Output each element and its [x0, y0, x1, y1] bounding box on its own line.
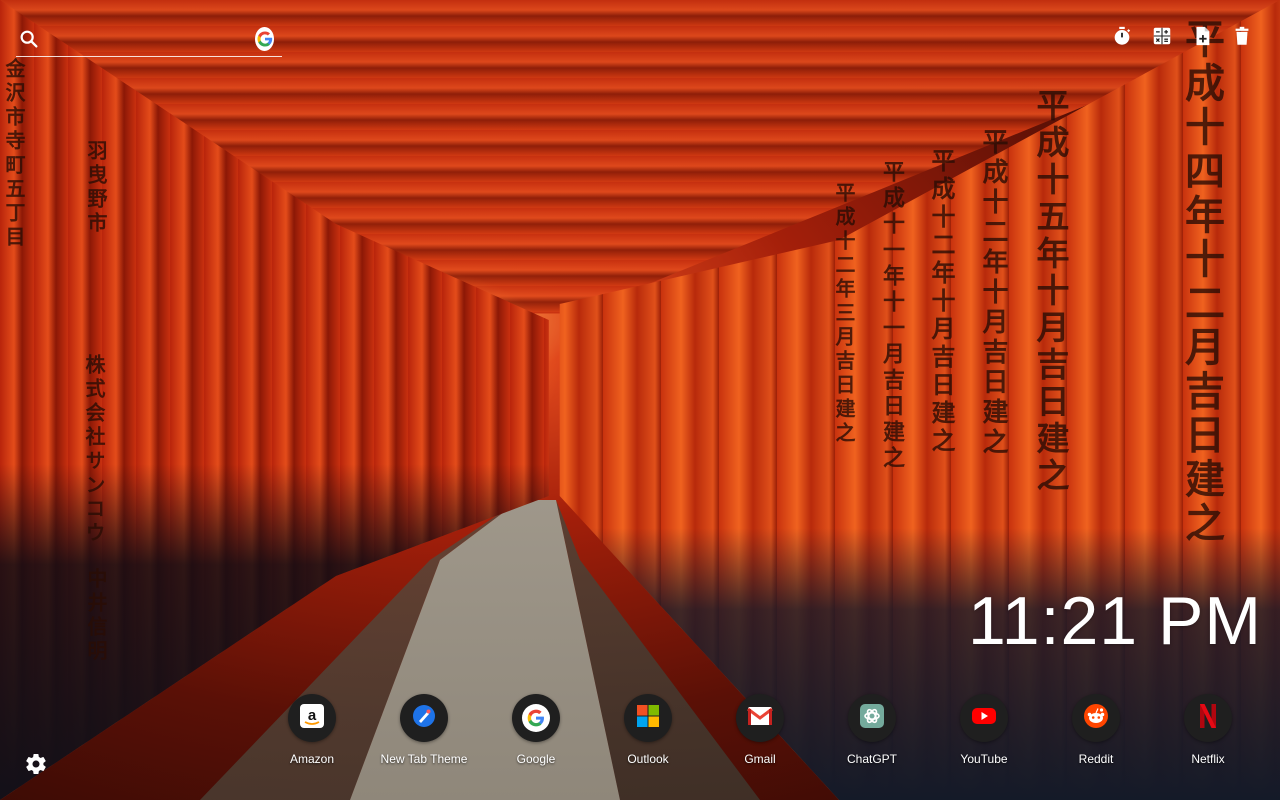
search-bar: [16, 22, 282, 57]
shortcut-youtube[interactable]: YouTube: [928, 694, 1040, 766]
calculator-icon[interactable]: [1150, 24, 1174, 48]
shortcut-label: Amazon: [289, 752, 335, 766]
chatgpt-icon: [859, 703, 885, 734]
netflix-icon: [1198, 703, 1218, 734]
shortcut-tile[interactable]: [624, 694, 672, 742]
shortcut-tile[interactable]: [960, 694, 1008, 742]
shortcut-label: Outlook: [627, 752, 669, 766]
wallpaper-inscription: 平成十二年三月吉日建之: [832, 182, 856, 446]
shortcut-amazon[interactable]: a Amazon: [256, 694, 368, 766]
shortcut-label: Reddit: [1078, 752, 1114, 766]
wallpaper-inscription: 金沢市寺町五丁目: [2, 58, 26, 250]
shortcut-new-tab-theme[interactable]: New Tab Theme: [368, 694, 480, 766]
shortcut-google[interactable]: Google: [480, 694, 592, 766]
shortcut-tile[interactable]: [848, 694, 896, 742]
search-input[interactable]: [40, 25, 255, 53]
shortcut-tile[interactable]: [512, 694, 560, 742]
shortcut-label: Gmail: [744, 752, 776, 766]
wallpaper-inscription: 株式会社サンコウ: [82, 354, 106, 546]
stopwatch-icon[interactable]: [1110, 24, 1134, 48]
shortcut-label: YouTube: [960, 752, 1008, 766]
youtube-icon: [971, 706, 997, 731]
shortcut-label: Google: [516, 752, 556, 766]
google-icon[interactable]: [255, 27, 274, 51]
reddit-icon: [1083, 703, 1109, 734]
shortcuts-bar: a Amazon New Tab Theme Google Outlook Gm…: [256, 694, 1264, 766]
wallpaper-inscription: 中井信明: [84, 568, 108, 664]
wallpaper-inscription: 平成十四年十二月吉日建之: [1178, 18, 1225, 546]
shortcut-tile[interactable]: [1184, 694, 1232, 742]
shortcut-label: Netflix: [1191, 752, 1225, 766]
trash-icon[interactable]: [1230, 24, 1254, 48]
shortcut-chatgpt[interactable]: ChatGPT: [816, 694, 928, 766]
clock-time: 11:21 PM: [967, 583, 1262, 659]
gmail-icon: [747, 706, 773, 731]
wallpaper-inscription: 平成十二年十月吉日建之: [927, 148, 956, 456]
microsoft-icon: [636, 704, 660, 733]
wallpaper-inscription: 平成十一年十一月吉日建之: [879, 160, 905, 472]
top-toolbar: [1110, 24, 1254, 48]
gear-icon[interactable]: [24, 752, 48, 776]
google-icon: [522, 704, 550, 732]
shortcut-tile[interactable]: a: [288, 694, 336, 742]
shortcut-netflix[interactable]: Netflix: [1152, 694, 1264, 766]
shortcut-label: ChatGPT: [846, 752, 897, 766]
new-tab-theme-icon: [411, 703, 437, 734]
shortcut-reddit[interactable]: Reddit: [1040, 694, 1152, 766]
wallpaper-inscription: 平成十五年十月吉日建之: [1031, 88, 1070, 495]
shortcut-tile[interactable]: [1072, 694, 1120, 742]
note-add-icon[interactable]: [1190, 24, 1214, 48]
wallpaper-inscription: 平成十二年十月吉日建之: [978, 128, 1008, 458]
shortcut-gmail[interactable]: Gmail: [704, 694, 816, 766]
amazon-icon: a: [299, 703, 325, 734]
search-icon[interactable]: [18, 28, 40, 50]
svg-text:a: a: [308, 707, 317, 724]
shortcut-tile[interactable]: [736, 694, 784, 742]
wallpaper-inscription: 羽曳野市: [84, 140, 108, 236]
shortcut-tile[interactable]: [400, 694, 448, 742]
shortcut-label: New Tab Theme: [380, 752, 468, 766]
wallpaper-torii-tunnel: 平成十四年十二月吉日建之 平成十五年十月吉日建之 平成十二年十月吉日建之 平成十…: [0, 0, 1280, 800]
shortcut-outlook[interactable]: Outlook: [592, 694, 704, 766]
